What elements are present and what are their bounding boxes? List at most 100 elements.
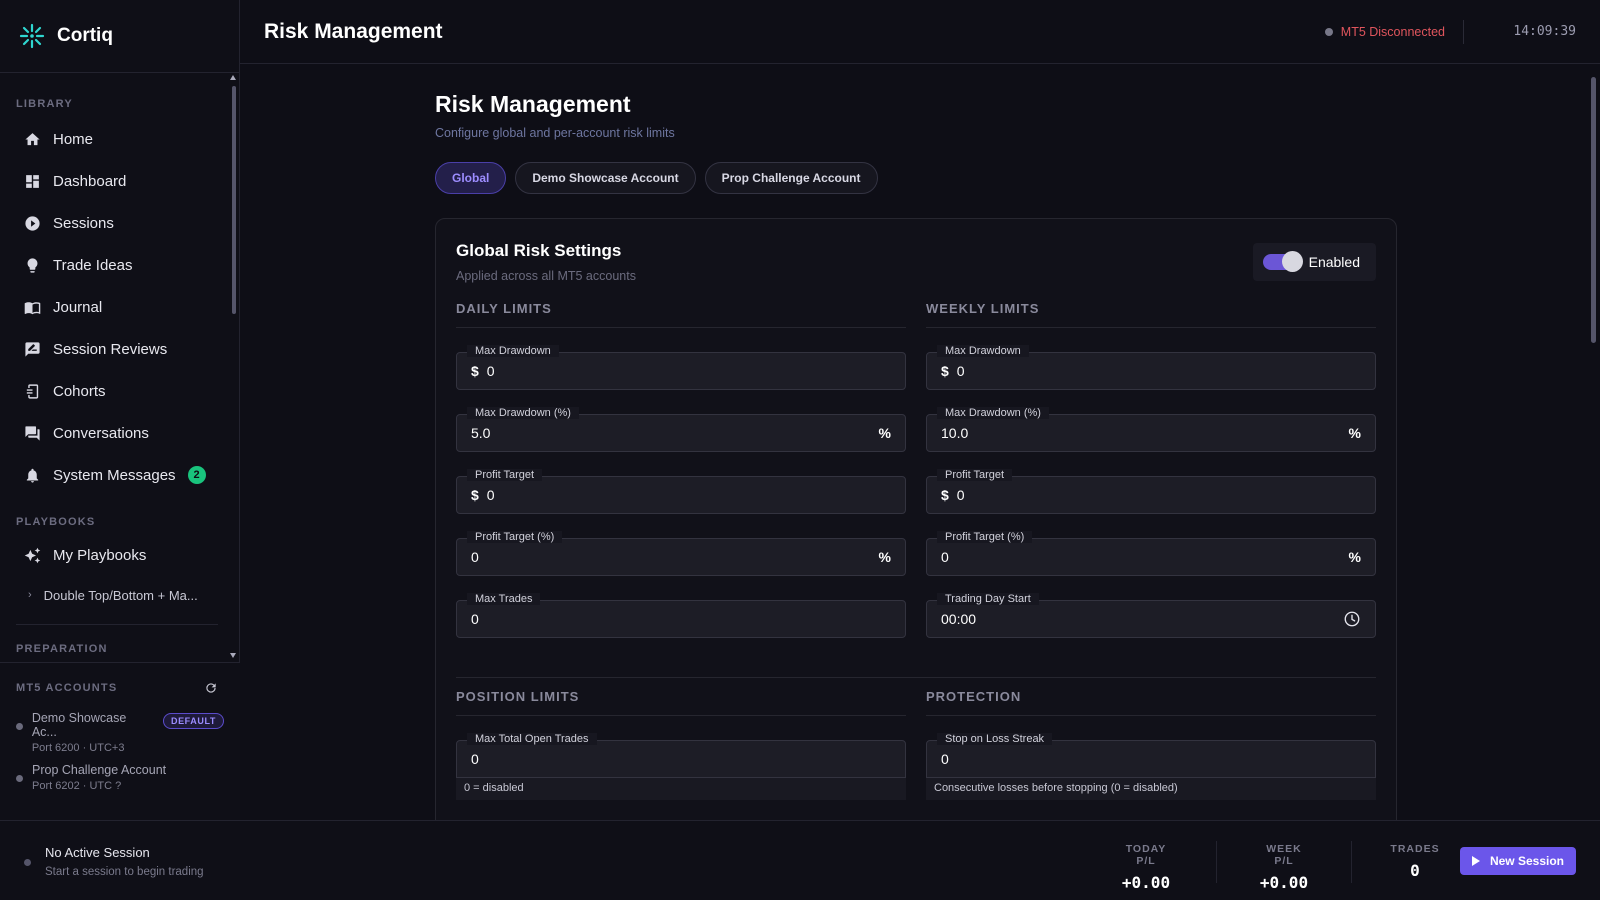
- weekly-limits: WEEKLY LIMITS Max Drawdown $ 0 Max Drawd…: [926, 301, 1376, 638]
- mt5-account-item[interactable]: Demo Showcase Ac... Port 6200 · UTC+3 DE…: [0, 711, 240, 754]
- daily-max-drawdown-field[interactable]: Max Drawdown $ 0: [456, 345, 906, 390]
- sidebar-item-label: Conversations: [53, 424, 149, 442]
- weekly-limits-title: WEEKLY LIMITS: [926, 301, 1376, 328]
- sidebar-item-journal[interactable]: Journal: [0, 286, 240, 328]
- daily-max-trades-field[interactable]: Max Trades 0: [456, 593, 906, 638]
- field-value: 0: [486, 487, 495, 503]
- weekly-max-drawdown-pct-field[interactable]: Max Drawdown (%) 10.0 %: [926, 407, 1376, 452]
- sidebar-item-label: System Messages: [53, 466, 176, 484]
- connection-dot: [1324, 27, 1333, 36]
- currency-prefix: $: [941, 363, 949, 379]
- account-meta: Port 6202 · UTC ?: [32, 780, 122, 792]
- account-tabs: Global Demo Showcase Account Prop Challe…: [435, 162, 1397, 194]
- tab-global[interactable]: Global: [435, 162, 507, 194]
- brand[interactable]: Cortiq: [0, 0, 239, 73]
- field-label: Max Drawdown: [937, 345, 1029, 357]
- field-label: Stop on Loss Streak: [937, 733, 1053, 745]
- field-label: Max Drawdown (%): [467, 407, 579, 419]
- section-library: LIBRARY: [16, 98, 73, 110]
- enabled-toggle-wrap[interactable]: Enabled: [1252, 243, 1376, 281]
- field-label: Profit Target: [937, 469, 1013, 481]
- sidebar-item-session-reviews[interactable]: Session Reviews: [0, 328, 240, 370]
- chevron-right-icon: ›: [28, 589, 32, 601]
- weekly-max-drawdown-field[interactable]: Max Drawdown $ 0: [926, 345, 1376, 390]
- play-circle-icon: [25, 215, 40, 231]
- weekly-profit-target-field[interactable]: Profit Target $ 0: [926, 469, 1376, 514]
- sidebar-item-system-messages[interactable]: System Messages 2: [0, 454, 240, 496]
- week-pl-stat: WEEK P/L +0.00: [1256, 843, 1312, 892]
- sidebar-item-dashboard[interactable]: Dashboard: [0, 160, 240, 202]
- field-value: 0: [956, 487, 965, 503]
- mt5-accounts-panel: MT5 ACCOUNTS Demo Showcase Ac... Port 62…: [0, 662, 240, 820]
- topbar-divider: [1463, 20, 1464, 44]
- playbook-item[interactable]: › Double Top/Bottom + Ma...: [0, 576, 240, 614]
- daily-max-drawdown-pct-field[interactable]: Max Drawdown (%) 5.0 %: [456, 407, 906, 452]
- field-value: 0: [471, 751, 479, 767]
- weekly-profit-target-pct-field[interactable]: Profit Target (%) 0 %: [926, 531, 1376, 576]
- unread-count-badge: 2: [187, 466, 206, 484]
- tab-demo-showcase-account[interactable]: Demo Showcase Account: [515, 162, 696, 194]
- field-value: 10.0: [941, 425, 969, 441]
- field-helper-text: Consecutive losses before stopping (0 = …: [926, 778, 1376, 800]
- currency-prefix: $: [471, 363, 479, 379]
- percent-suffix: %: [878, 425, 891, 441]
- stat-value: 0: [1410, 861, 1420, 880]
- section-playbooks: PLAYBOOKS: [16, 516, 96, 528]
- today-pl-stat: TODAY P/L +0.00: [1116, 843, 1176, 892]
- stat-divider: [1351, 841, 1352, 883]
- tab-prop-challenge-account[interactable]: Prop Challenge Account: [704, 162, 878, 194]
- sidebar-item-trade-ideas[interactable]: Trade Ideas: [0, 244, 240, 286]
- field-value: 0: [471, 611, 479, 627]
- enabled-toggle[interactable]: [1262, 251, 1303, 272]
- section-preparation: PREPARATION: [16, 643, 108, 655]
- protection-title: PROTECTION: [926, 689, 1376, 716]
- currency-prefix: $: [941, 487, 949, 503]
- refresh-icon[interactable]: [204, 681, 218, 695]
- app-root: Cortiq LIBRARY Home Dashboard Sessions T…: [0, 0, 1600, 900]
- account-name: Demo Showcase Ac...: [31, 711, 127, 739]
- field-value: 0: [941, 549, 949, 565]
- daily-profit-target-pct-field[interactable]: Profit Target (%) 0 %: [456, 531, 906, 576]
- percent-suffix: %: [878, 549, 891, 565]
- field-label: Max Trades: [467, 593, 541, 605]
- global-risk-card: Global Risk Settings Applied across all …: [435, 218, 1397, 820]
- default-badge: DEFAULT: [162, 713, 224, 729]
- scroll-up-arrow[interactable]: [230, 75, 236, 80]
- session-status: No Active Session Start a session to beg…: [24, 845, 204, 878]
- field-value: 0: [941, 751, 949, 767]
- daily-profit-target-field[interactable]: Profit Target $ 0: [456, 469, 906, 514]
- stat-value: +0.00: [1259, 873, 1309, 892]
- new-session-button[interactable]: New Session: [1459, 847, 1576, 875]
- field-value: 0: [956, 363, 965, 379]
- stat-divider: [1216, 841, 1217, 883]
- field-value: 0: [486, 363, 495, 379]
- sidebar-item-home[interactable]: Home: [0, 118, 240, 160]
- stat-label: TRADES: [1390, 843, 1440, 855]
- max-total-open-trades-field[interactable]: Max Total Open Trades 0: [456, 733, 906, 778]
- sidebar-scrollbar-thumb[interactable]: [232, 86, 236, 314]
- stop-on-loss-streak-field[interactable]: Stop on Loss Streak 0: [926, 733, 1376, 778]
- page-title: Risk Management: [264, 19, 443, 43]
- top-bar: Risk Management MT5 Disconnected 14:09:3…: [240, 0, 1600, 64]
- new-session-label: New Session: [1489, 854, 1564, 868]
- main-content: Risk Management Configure global and per…: [240, 65, 1600, 820]
- sidebar-item-my-playbooks[interactable]: My Playbooks: [0, 534, 240, 576]
- field-label: Max Total Open Trades: [467, 733, 597, 745]
- section-subtitle: Configure global and per-account risk li…: [435, 126, 675, 140]
- account-status-dot: [16, 775, 23, 782]
- trades-stat: TRADES 0: [1390, 843, 1440, 880]
- sidebar-item-conversations[interactable]: Conversations: [0, 412, 240, 454]
- toggle-label: Enabled: [1308, 254, 1360, 270]
- mt5-account-item[interactable]: Prop Challenge Account Port 6202 · UTC ?: [0, 763, 240, 792]
- session-dot: [24, 859, 31, 866]
- toggle-knob: [1281, 251, 1303, 272]
- trading-day-start-field[interactable]: Trading Day Start 00:00: [926, 593, 1376, 638]
- rate-review-icon: [25, 341, 40, 357]
- field-label: Trading Day Start: [937, 593, 1039, 605]
- scroll-down-arrow[interactable]: [230, 653, 236, 658]
- session-bar: No Active Session Start a session to beg…: [0, 820, 1600, 900]
- sidebar-item-sessions[interactable]: Sessions: [0, 202, 240, 244]
- clock-icon[interactable]: [1343, 610, 1361, 628]
- main-scrollbar-thumb[interactable]: [1591, 77, 1596, 343]
- sidebar-item-cohorts[interactable]: Cohorts: [0, 370, 240, 412]
